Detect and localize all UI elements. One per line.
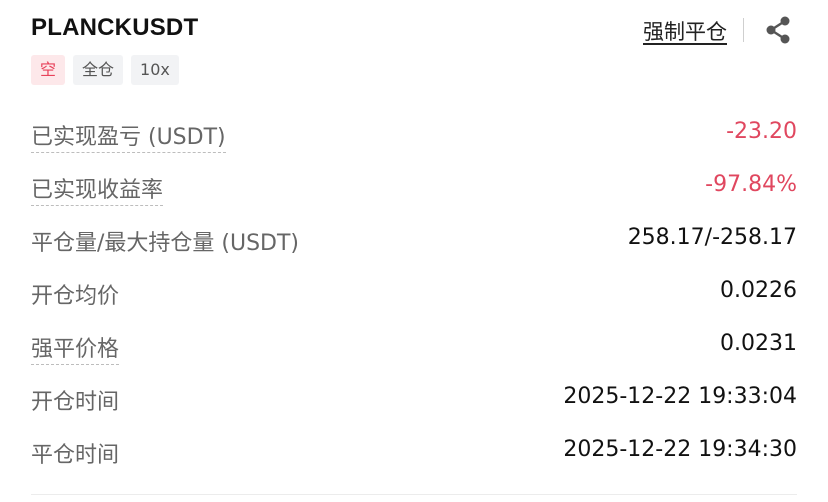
row-realized-roi: 已实现收益率 -97.84% xyxy=(31,159,797,212)
row-realized-pnl: 已实现盈亏 (USDT) -23.20 xyxy=(31,106,797,159)
open-time-label: 开仓时间 xyxy=(31,390,120,415)
liq-price-value: 0.0231 xyxy=(720,331,797,356)
liq-price-label[interactable]: 强平价格 xyxy=(31,331,120,365)
share-icon[interactable] xyxy=(761,13,795,47)
realized-roi-value: -97.84% xyxy=(705,172,797,197)
position-tags: 空 全仓 10x xyxy=(31,55,179,85)
open-time-value: 2025-12-22 19:33:04 xyxy=(563,384,797,409)
realized-pnl-value: -23.20 xyxy=(726,119,797,144)
bottom-divider xyxy=(31,494,797,495)
close-amount-label: 平仓量/最大持仓量 (USDT) xyxy=(31,231,300,256)
row-open-avg-price: 开仓均价 0.0226 xyxy=(31,265,797,318)
row-open-time: 开仓时间 2025-12-22 19:33:04 xyxy=(31,371,797,424)
margin-mode-tag: 全仓 xyxy=(73,55,124,85)
position-header: PLANCKUSDT 强制平仓 xyxy=(31,0,797,60)
leverage-tag: 10x xyxy=(131,55,179,85)
position-details: 已实现盈亏 (USDT) -23.20 已实现收益率 -97.84% 平仓量/最… xyxy=(31,106,797,477)
symbol-title: PLANCKUSDT xyxy=(31,14,199,41)
row-close-amount: 平仓量/最大持仓量 (USDT) 258.17/-258.17 xyxy=(31,212,797,265)
open-avg-price-label: 开仓均价 xyxy=(31,284,120,309)
close-time-value: 2025-12-22 19:34:30 xyxy=(563,437,797,462)
row-close-time: 平仓时间 2025-12-22 19:34:30 xyxy=(31,424,797,477)
realized-roi-label[interactable]: 已实现收益率 xyxy=(31,172,164,206)
row-liq-price: 强平价格 0.0231 xyxy=(31,318,797,371)
realized-pnl-label[interactable]: 已实现盈亏 (USDT) xyxy=(31,119,226,153)
open-avg-price-value: 0.0226 xyxy=(720,278,797,303)
header-divider xyxy=(743,18,744,42)
close-time-label: 平仓时间 xyxy=(31,443,120,468)
liquidation-link[interactable]: 强制平仓 xyxy=(643,16,727,46)
close-amount-value: 258.17/-258.17 xyxy=(627,225,797,250)
side-tag: 空 xyxy=(31,55,66,85)
